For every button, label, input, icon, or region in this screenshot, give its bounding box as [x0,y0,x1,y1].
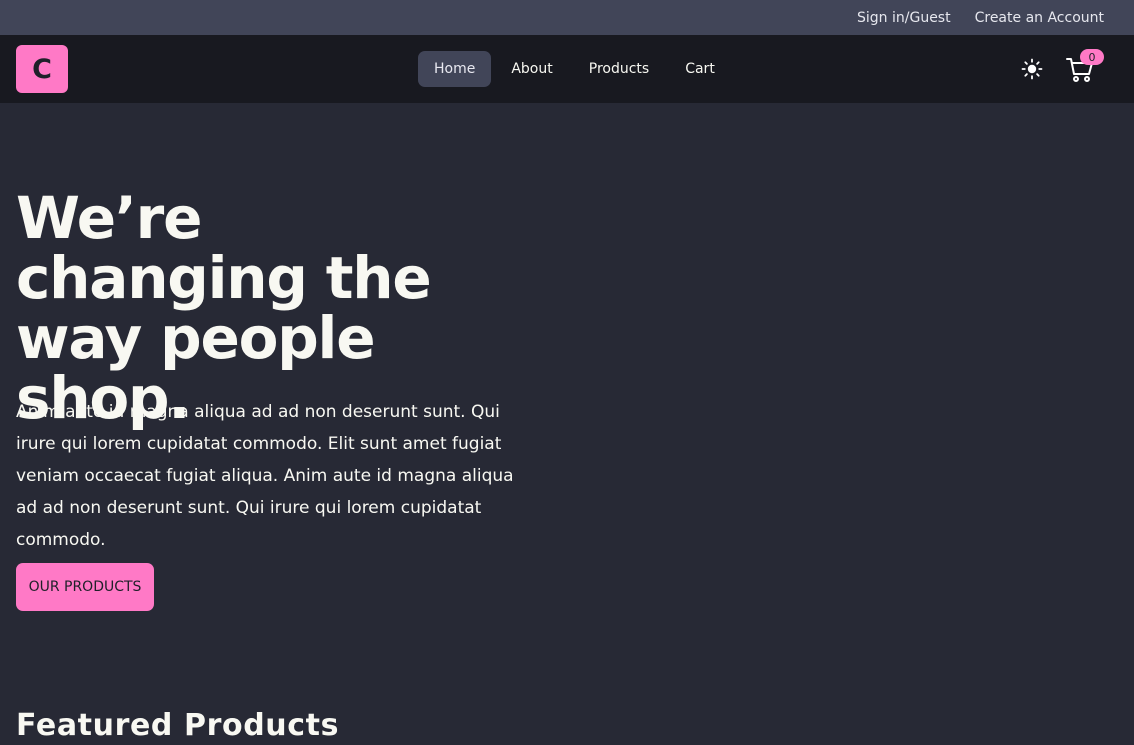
cart-count-badge: 0 [1080,49,1104,65]
create-account-link[interactable]: Create an Account [975,10,1104,26]
sign-in-link[interactable]: Sign in/Guest [857,10,951,26]
hero-description: Anim aute id magna aliqua ad ad non dese… [16,402,514,550]
nav-link-products[interactable]: Products [573,51,665,87]
nav-link-about[interactable]: About [495,51,568,87]
logo-button[interactable]: C [16,45,68,93]
hero-title: We’re changing the way people shop. [16,184,432,432]
sun-icon[interactable] [1020,57,1044,81]
featured-products-title: Featured Products [16,708,340,743]
our-products-button[interactable]: OUR PRODUCTS [16,563,154,611]
nav-link-home[interactable]: Home [418,51,492,87]
nav-links: Home About Products Cart [418,51,731,87]
nav-link-cart[interactable]: Cart [669,51,731,87]
top-bar: Sign in/Guest Create an Account [0,0,1134,35]
navbar: C Home About Products Cart 0 [0,35,1134,103]
